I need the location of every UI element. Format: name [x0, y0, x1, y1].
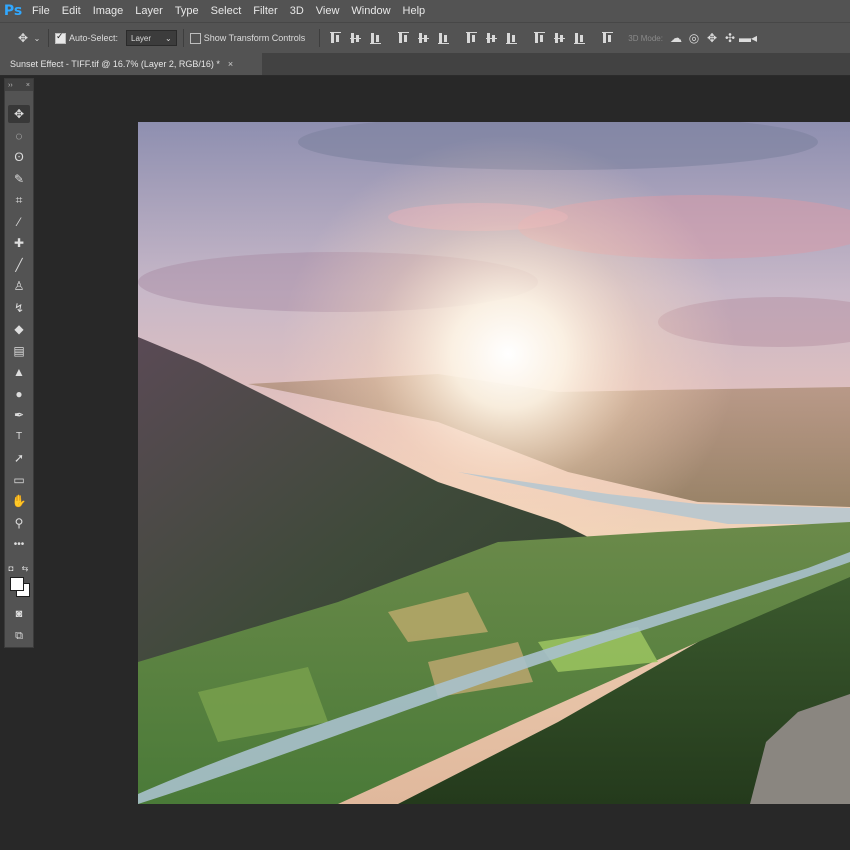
quick-mask-icon[interactable]: ◙ [8, 605, 30, 623]
swap-colors-icon[interactable]: ⇆ [19, 559, 31, 577]
sunset-valley-photo [138, 122, 850, 804]
foreground-color-swatch[interactable] [10, 577, 24, 591]
rectangle-tool-icon[interactable]: ▭ [8, 471, 30, 489]
clone-stamp-tool-icon[interactable]: ♙ [8, 277, 30, 295]
menu-view[interactable]: View [310, 5, 346, 17]
close-icon[interactable]: × [26, 82, 30, 89]
auto-select-target-dropdown[interactable]: Layer ⌄ [126, 30, 177, 46]
align-right-icon[interactable] [436, 30, 452, 46]
more-tools-icon[interactable]: ••• [8, 535, 30, 553]
menu-image[interactable]: Image [87, 5, 130, 17]
options-bar: ✥ ⌄ Auto-Select: Layer ⌄ Show Transform … [0, 22, 850, 54]
divider [319, 29, 321, 47]
photoshop-logo-icon[interactable]: Ps [0, 0, 26, 22]
quick-select-tool-icon[interactable]: ✎ [8, 170, 30, 188]
menu-help[interactable]: Help [397, 5, 432, 17]
3d-orbit-icon[interactable]: ☁ [667, 29, 685, 47]
collapse-icon[interactable]: ›› [8, 82, 13, 89]
align-bottom-icon[interactable] [368, 30, 384, 46]
pen-tool-icon[interactable]: ✒ [8, 406, 30, 424]
tools-panel: ›› × ✥ ◌ ʘ ✎ ⌗ ⁄ ✚ ╱ ♙ ↯ ◆ ▤ ▲ ● ✒ T ➚ ▭ ✋ ⚲ ••• ◘ ⇆ ◙ ⧉ [4, 78, 34, 648]
screen-mode-icon[interactable]: ⧉ [8, 627, 30, 645]
auto-select-checkbox[interactable] [55, 31, 66, 44]
menu-select[interactable]: Select [205, 5, 248, 17]
menu-3d[interactable]: 3D [284, 5, 310, 17]
path-select-tool-icon[interactable]: ➚ [8, 449, 30, 467]
eraser-tool-icon[interactable]: ◆ [8, 320, 30, 338]
divider [48, 29, 49, 47]
gradient-tool-icon[interactable]: ▤ [8, 342, 30, 360]
show-transform-label: Show Transform Controls [203, 33, 306, 43]
menu-layer[interactable]: Layer [129, 5, 169, 17]
menu-bar: Ps File Edit Image Layer Type Select Filter 3D V… [0, 0, 850, 22]
zoom-tool-icon[interactable]: ⚲ [8, 514, 30, 532]
close-icon[interactable]: × [228, 59, 233, 69]
menu-filter[interactable]: Filter [247, 5, 283, 17]
document-tab-title: Sunset Effect - TIFF.tif @ 16.7% (Layer … [10, 59, 220, 69]
document-tab-bar: Sunset Effect - TIFF.tif @ 16.7% (Layer … [0, 53, 850, 76]
align-left-icon[interactable] [396, 30, 412, 46]
3d-mode-label: 3D Mode: [628, 33, 663, 43]
history-brush-tool-icon[interactable]: ↯ [8, 299, 30, 317]
show-transform-checkbox[interactable] [189, 32, 201, 44]
move-tool-icon[interactable]: ✥ [8, 105, 30, 123]
document-canvas-image[interactable] [138, 122, 850, 804]
distribute-left-icon[interactable] [532, 30, 548, 46]
3d-roll-icon[interactable]: ◎ [685, 29, 703, 47]
move-tool-preset-icon[interactable]: ✥ [14, 29, 32, 47]
crop-tool-icon[interactable]: ⌗ [8, 191, 30, 209]
type-tool-icon[interactable]: T [8, 428, 30, 446]
align-top-icon[interactable] [328, 30, 344, 46]
3d-slide-icon[interactable]: ✣ [721, 29, 739, 47]
distribute-bottom-icon[interactable] [504, 30, 520, 46]
menu-file[interactable]: File [26, 5, 56, 17]
align-vcenter-icon[interactable] [348, 30, 364, 46]
menu-edit[interactable]: Edit [56, 5, 87, 17]
auto-align-icon[interactable] [600, 30, 616, 46]
dodge-tool-icon[interactable]: ● [8, 385, 30, 403]
blur-tool-icon[interactable]: ▲ [8, 363, 30, 381]
auto-select-label: Auto-Select: [69, 33, 119, 43]
chevron-down-icon[interactable]: ⌄ [32, 29, 42, 47]
3d-scale-icon[interactable]: ▬◂ [739, 29, 757, 47]
healing-brush-tool-icon[interactable]: ✚ [8, 234, 30, 252]
distribute-vcenter-icon[interactable] [484, 30, 500, 46]
menu-window[interactable]: Window [345, 5, 396, 17]
auto-select-target-value: Layer [131, 33, 152, 43]
align-hcenter-icon[interactable] [416, 30, 432, 46]
eyedropper-tool-icon[interactable]: ⁄ [8, 213, 30, 231]
distribute-hcenter-icon[interactable] [552, 30, 568, 46]
document-tab[interactable]: Sunset Effect - TIFF.tif @ 16.7% (Layer … [0, 53, 262, 75]
divider [182, 29, 184, 47]
hand-tool-icon[interactable]: ✋ [8, 492, 30, 510]
lasso-tool-icon[interactable]: ʘ [8, 148, 30, 166]
brush-tool-icon[interactable]: ╱ [8, 256, 30, 274]
menu-type[interactable]: Type [169, 5, 205, 17]
marquee-tool-icon[interactable]: ◌ [8, 127, 30, 145]
distribute-right-icon[interactable] [572, 30, 588, 46]
chevron-down-icon: ⌄ [165, 33, 172, 43]
menu-items: File Edit Image Layer Type Select Filter 3D View… [26, 5, 431, 17]
3d-drag-icon[interactable]: ✥ [703, 29, 721, 47]
default-colors-icon[interactable]: ◘ [5, 559, 17, 577]
tools-panel-header: ›› × [5, 79, 33, 91]
distribute-top-icon[interactable] [464, 30, 480, 46]
align-icons-group [326, 30, 618, 46]
